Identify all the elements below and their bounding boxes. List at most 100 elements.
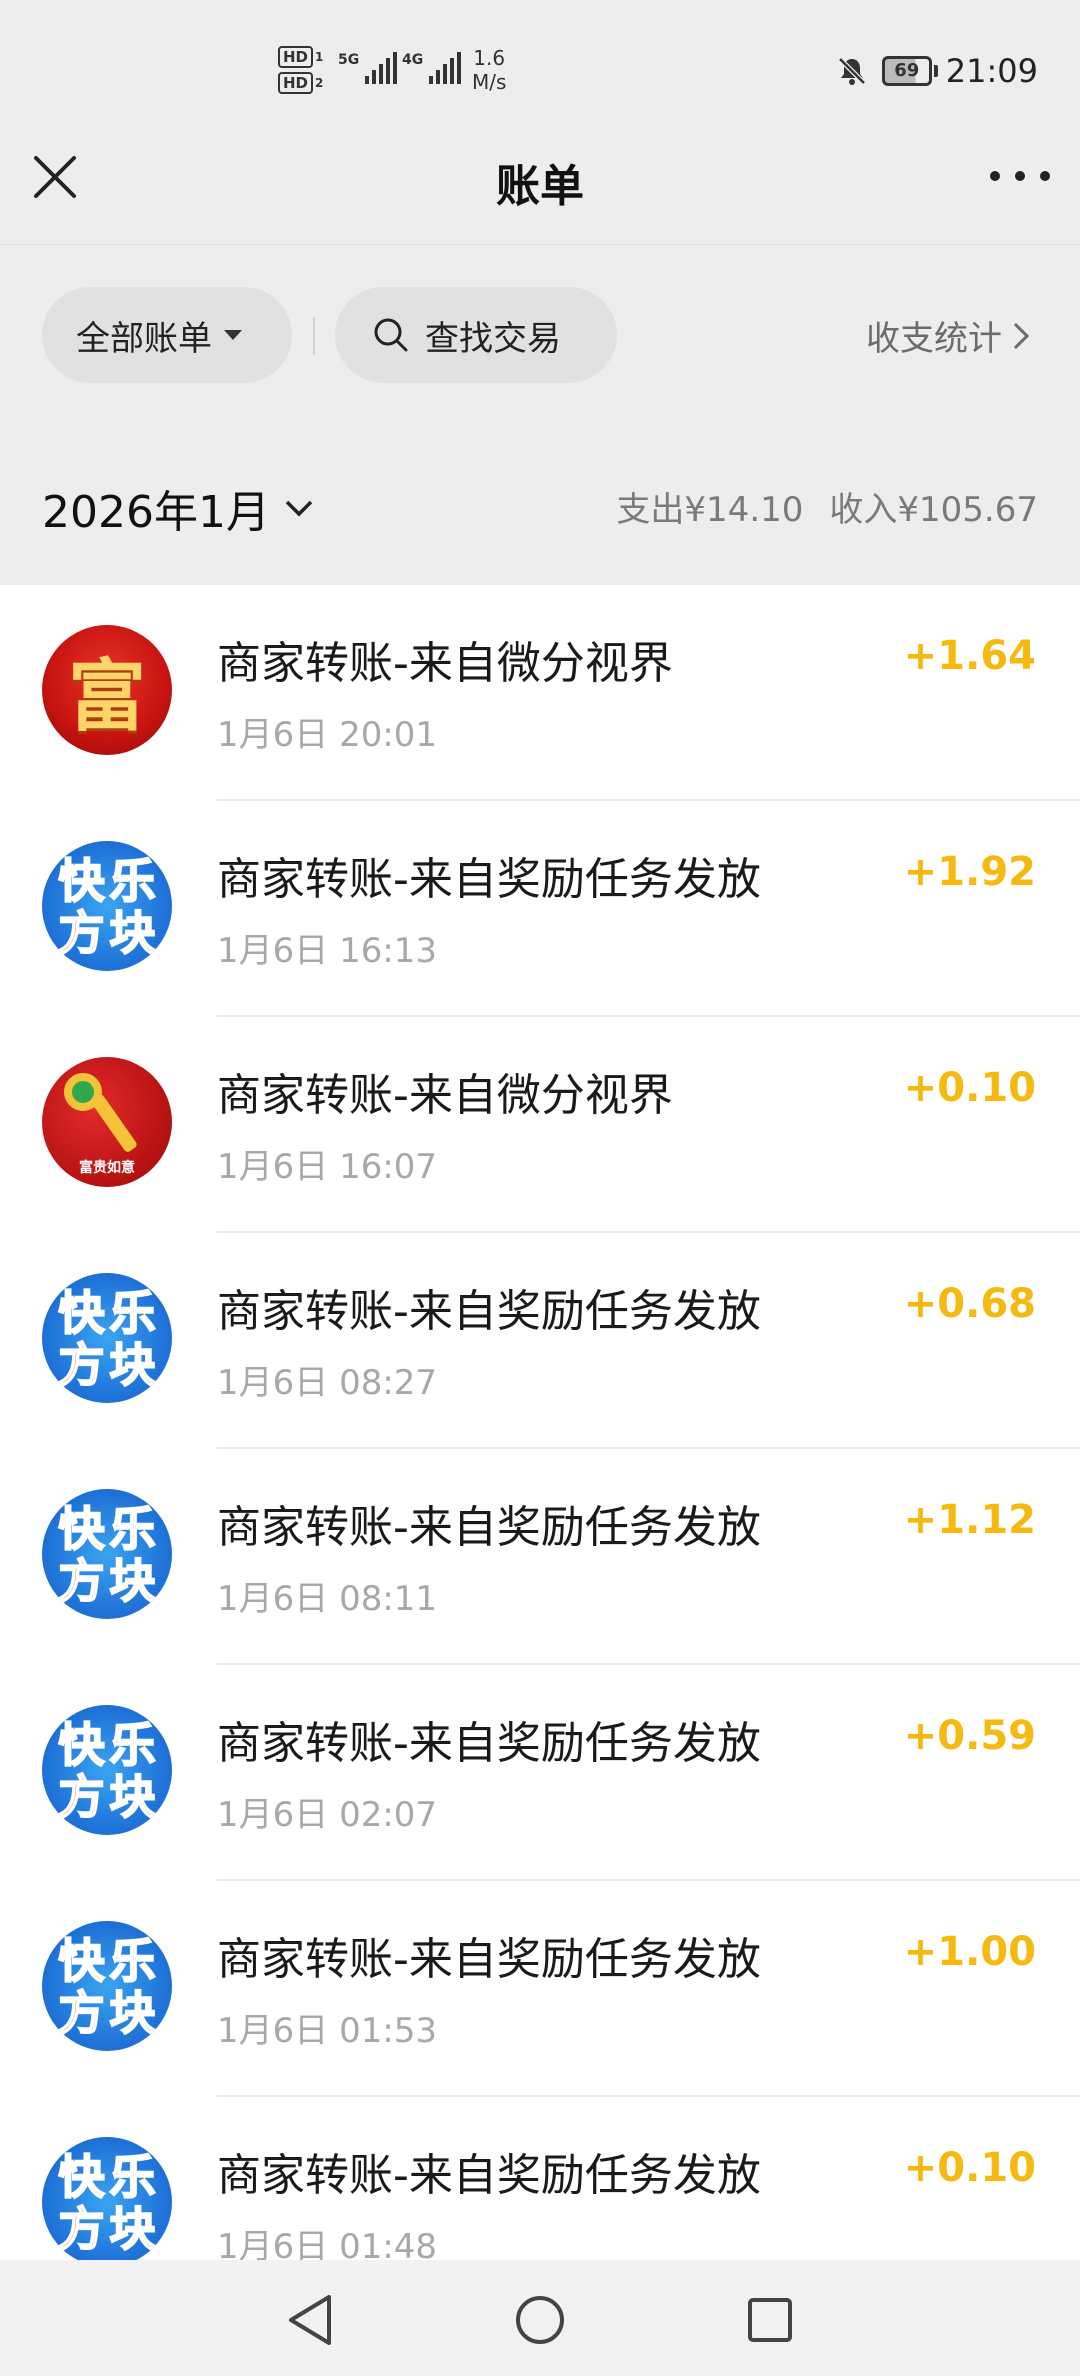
transaction-amount: +0.59	[903, 1713, 1036, 1759]
avatar-char: 方	[58, 2202, 106, 2256]
key-shaft	[90, 1092, 139, 1154]
transaction-item[interactable]: 快乐方块 商家转账-来自奖励任务发放 1月6日 08:11 +1.12	[0, 1449, 1080, 1665]
transaction-amount: +1.00	[903, 1929, 1036, 1975]
stats-link[interactable]: 收支统计	[866, 311, 1030, 360]
transaction-item[interactable]: 富 商家转账-来自微分视界 1月6日 20:01 +1.64	[0, 585, 1080, 801]
avatar-char: 块	[109, 2202, 157, 2256]
transaction-item[interactable]: 快乐方块 商家转账-来自奖励任务发放 1月6日 01:53 +1.00	[0, 1881, 1080, 2097]
system-nav-bar	[0, 2260, 1080, 2376]
filter-row: 全部账单 查找交易 收支统计	[0, 245, 1080, 429]
hd-badge: HD	[278, 72, 314, 94]
chevron-right-icon	[1013, 322, 1030, 349]
avatar-char: 快	[58, 1286, 106, 1340]
merchant-avatar: 快乐方块	[42, 1489, 172, 1619]
transaction-item[interactable]: 快乐方块 商家转账-来自奖励任务发放 1月6日 02:07 +0.59	[0, 1665, 1080, 1881]
avatar-char: 方	[58, 906, 106, 960]
merchant-avatar: 富贵如意	[42, 1057, 172, 1187]
network-label: 4G	[402, 52, 424, 68]
status-right: 69 21:09	[836, 52, 1038, 90]
transaction-item[interactable]: 快乐方块 商家转账-来自奖励任务发放 1月6日 08:27 +0.68	[0, 1233, 1080, 1449]
avatar-char: 块	[109, 1986, 157, 2040]
transaction-title: 商家转账-来自奖励任务发放	[217, 2150, 761, 2201]
transaction-time: 1月6日 08:27	[217, 1363, 438, 1403]
transaction-title: 商家转账-来自奖励任务发放	[217, 1934, 761, 1985]
transaction-item[interactable]: 富贵如意 商家转账-来自微分视界 1月6日 16:07 +0.10	[0, 1017, 1080, 1233]
all-bills-dropdown[interactable]: 全部账单	[42, 287, 292, 383]
avatar-text: 富	[67, 651, 146, 742]
all-bills-label: 全部账单	[76, 318, 212, 359]
merchant-avatar: 快乐方块	[42, 1273, 172, 1403]
nav-bar: 账单	[0, 120, 1080, 245]
merchant-avatar: 快乐方块	[42, 2137, 172, 2260]
transaction-title: 商家转账-来自奖励任务发放	[217, 1718, 761, 1769]
avatar-char: 快	[58, 1502, 106, 1556]
more-icon[interactable]	[990, 156, 1050, 196]
avatar-char: 快	[58, 854, 106, 908]
avatar-char: 方	[58, 1986, 106, 2040]
search-label: 查找交易	[425, 318, 561, 359]
speed-value: 1.6	[473, 46, 506, 70]
transaction-list: 富 商家转账-来自微分视界 1月6日 20:01 +1.64 快乐方块 商家转账…	[0, 585, 1080, 2260]
back-icon[interactable]	[280, 2290, 340, 2350]
transaction-item[interactable]: 快乐方块 商家转账-来自奖励任务发放 1月6日 01:48 +0.10	[0, 2097, 1080, 2260]
month-picker[interactable]: 2026年1月	[42, 476, 314, 540]
transaction-time: 1月6日 20:01	[217, 715, 438, 755]
page-title: 账单	[496, 161, 584, 212]
search-icon	[374, 318, 408, 352]
transaction-time: 1月6日 01:48	[217, 2227, 438, 2260]
transaction-amount: +1.12	[903, 1497, 1036, 1543]
transaction-time: 1月6日 16:13	[217, 931, 438, 971]
avatar-char: 乐	[109, 2150, 157, 2204]
speed-unit: M/s	[472, 70, 507, 94]
sim-index: 2	[315, 76, 324, 90]
home-icon[interactable]	[510, 2290, 570, 2350]
network-speed: 1.6 M/s	[472, 46, 506, 94]
avatar-char: 方	[58, 1770, 106, 1824]
merchant-avatar: 快乐方块	[42, 841, 172, 971]
avatar-char: 快	[58, 2150, 106, 2204]
merchant-avatar: 富	[42, 625, 172, 755]
merchant-avatar: 快乐方块	[42, 1705, 172, 1835]
bell-mute-icon	[838, 57, 866, 85]
transaction-time: 1月6日 01:53	[217, 2011, 438, 2051]
avatar-char: 快	[58, 1718, 106, 1772]
avatar-char: 方	[58, 1554, 106, 1608]
divider	[313, 317, 315, 355]
avatar-char: 块	[109, 906, 157, 960]
transaction-time: 1月6日 08:11	[217, 1579, 438, 1619]
sim-index: 1	[315, 50, 324, 64]
income-total: 收入¥105.67	[829, 490, 1038, 530]
stats-label: 收支统计	[866, 319, 1002, 359]
sim-indicators: HD 1 HD 2	[278, 44, 323, 96]
signal-4g-icon: 4G	[402, 52, 462, 84]
hd-badge: HD	[278, 46, 314, 68]
transaction-title: 商家转账-来自奖励任务发放	[217, 1286, 761, 1337]
merchant-avatar: 快乐方块	[42, 1921, 172, 2051]
transaction-item[interactable]: 快乐方块 商家转账-来自奖励任务发放 1月6日 16:13 +1.92	[0, 801, 1080, 1017]
avatar-char: 块	[109, 1338, 157, 1392]
transaction-title: 商家转账-来自奖励任务发放	[217, 854, 761, 905]
avatar-char: 乐	[109, 1934, 157, 1988]
avatar-char: 块	[109, 1770, 157, 1824]
avatar-char: 快	[58, 1934, 106, 1988]
avatar-caption: 富贵如意	[79, 1160, 135, 1176]
recents-icon[interactable]	[740, 2290, 800, 2350]
transaction-title: 商家转账-来自微分视界	[217, 638, 673, 689]
transaction-amount: +0.68	[903, 1281, 1036, 1327]
transaction-time: 1月6日 02:07	[217, 1795, 438, 1835]
transaction-amount: +0.10	[903, 1065, 1036, 1111]
transaction-time: 1月6日 16:07	[217, 1147, 438, 1187]
avatar-char: 乐	[109, 1718, 157, 1772]
avatar-char: 乐	[109, 854, 157, 908]
avatar-char: 乐	[109, 1502, 157, 1556]
battery-icon: 69	[881, 56, 938, 86]
transaction-amount: +1.64	[903, 633, 1036, 679]
chevron-down-icon	[285, 500, 313, 517]
month-summary: 支出¥14.10 收入¥105.67	[616, 482, 1038, 531]
network-label: 5G	[338, 52, 360, 68]
month-header: 2026年1月 支出¥14.10 收入¥105.67	[0, 430, 1080, 585]
avatar-char: 方	[58, 1338, 106, 1392]
search-transactions-button[interactable]: 查找交易	[335, 287, 617, 383]
avatar-char: 乐	[109, 1286, 157, 1340]
signal-5g-icon: 5G	[338, 52, 398, 84]
